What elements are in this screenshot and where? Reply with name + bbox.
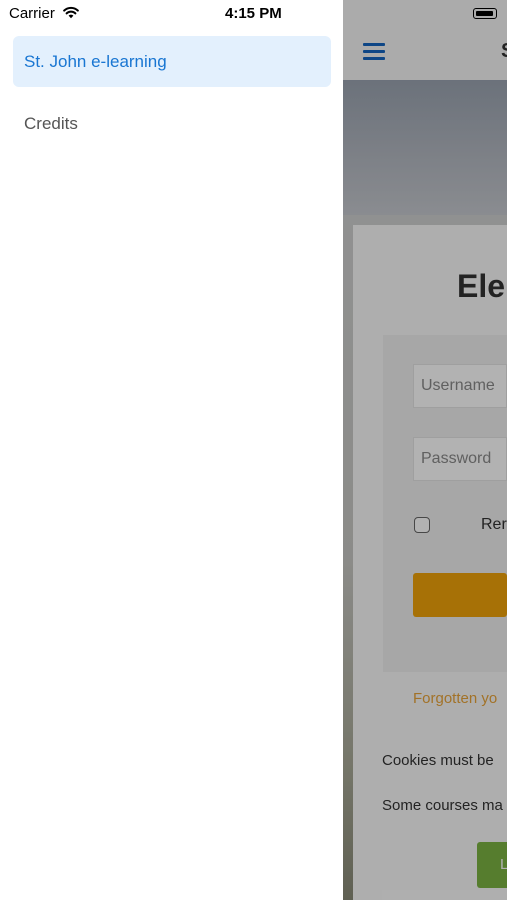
status-bar: Carrier 4:15 PM <box>0 0 507 28</box>
status-time: 4:15 PM <box>225 5 282 22</box>
drawer-scrim[interactable] <box>343 0 507 900</box>
wifi-icon <box>63 6 79 19</box>
drawer-item-st-john-e-learning[interactable]: St. John e-learning <box>13 36 331 87</box>
carrier-label: Carrier <box>9 5 55 22</box>
drawer-item-credits[interactable]: Credits <box>24 106 78 142</box>
navigation-drawer: St. John e-learning Credits <box>0 0 343 900</box>
background-page: S Ele Username Password Rer Forgotten yo… <box>343 0 507 900</box>
